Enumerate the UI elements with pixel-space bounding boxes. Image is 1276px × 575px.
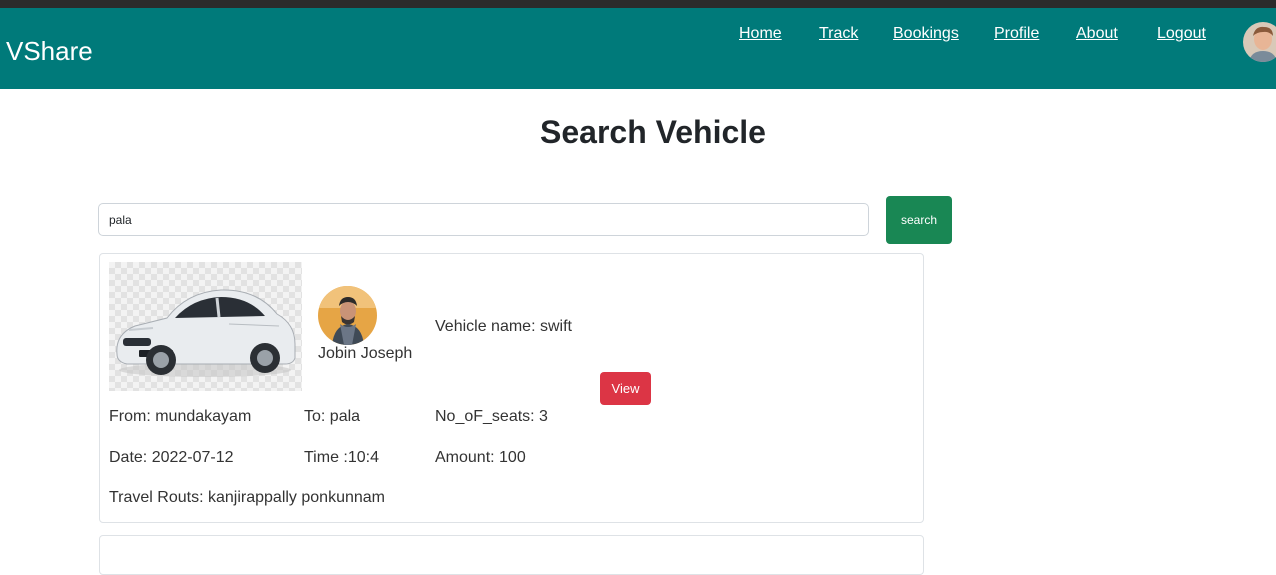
trip-amount: Amount: 100 xyxy=(435,449,526,466)
owner-avatar-image xyxy=(318,286,377,345)
nav-link-bookings[interactable]: Bookings xyxy=(893,25,959,43)
vehicle-name: Vehicle name: swift xyxy=(435,318,572,335)
vehicle-result-card: Jobin Joseph Vehicle name: swift View Fr… xyxy=(99,253,924,523)
view-button[interactable]: View xyxy=(600,372,651,405)
vehicle-image xyxy=(109,262,302,391)
navbar: VShare Home Track Bookings Profile About… xyxy=(0,8,1276,89)
trip-time: Time :10:4 xyxy=(304,449,379,466)
nav-link-about[interactable]: About xyxy=(1076,25,1118,43)
nav-link-home[interactable]: Home xyxy=(739,25,782,43)
nav-link-profile[interactable]: Profile xyxy=(994,25,1039,43)
nav-link-logout[interactable]: Logout xyxy=(1157,25,1206,43)
page-title: Search Vehicle xyxy=(540,114,766,150)
owner-avatar xyxy=(318,286,377,345)
owner-name: Jobin Joseph xyxy=(318,345,413,362)
trip-date: Date: 2022-07-12 xyxy=(109,449,234,466)
vehicle-result-card-next xyxy=(99,535,924,575)
user-avatar-image xyxy=(1243,22,1276,62)
car-icon xyxy=(116,289,296,377)
user-avatar[interactable] xyxy=(1243,22,1276,62)
window-top-border xyxy=(0,0,1276,8)
search-button[interactable]: search xyxy=(886,196,952,244)
trip-routes: Travel Routs: kanjirappally ponkunnam xyxy=(109,489,385,506)
search-input[interactable] xyxy=(98,203,869,236)
brand-logo[interactable]: VShare xyxy=(6,38,93,64)
trip-seats: No_oF_seats: 3 xyxy=(435,408,548,425)
trip-to: To: pala xyxy=(304,408,361,425)
trip-from: From: mundakayam xyxy=(109,408,252,425)
nav-link-track[interactable]: Track xyxy=(819,25,858,43)
